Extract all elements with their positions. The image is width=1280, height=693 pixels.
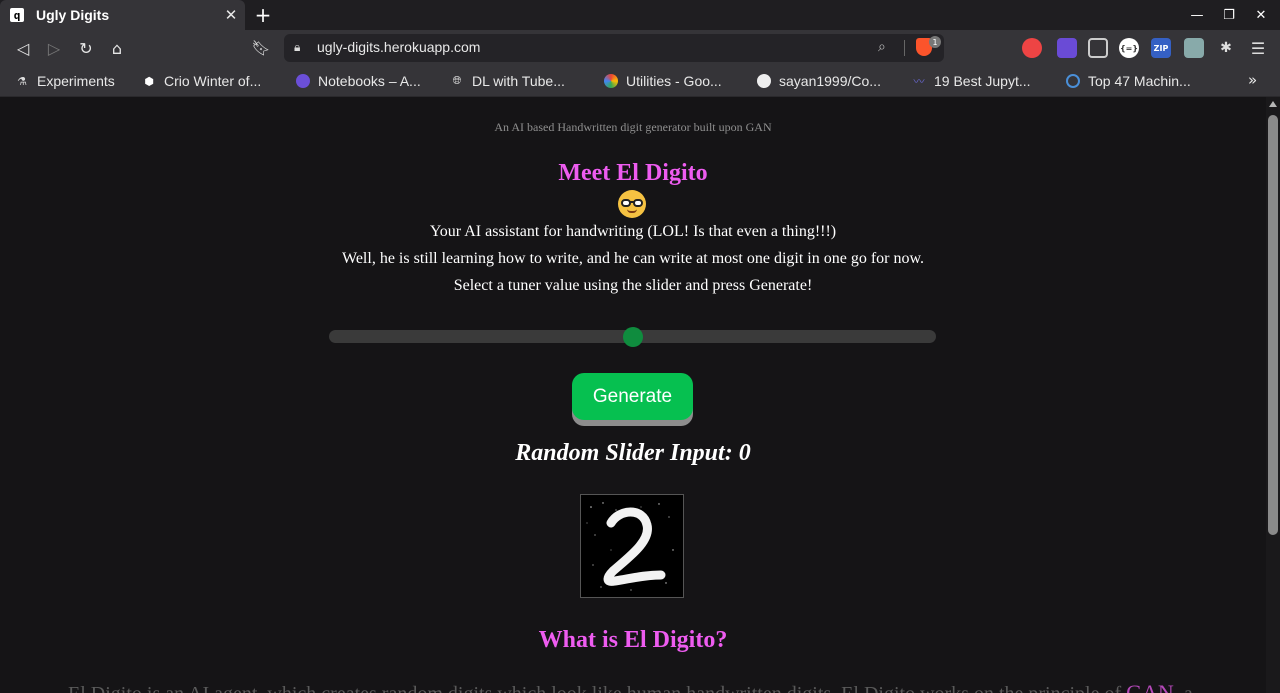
extension-copy-icon[interactable]: [1088, 38, 1108, 58]
bookmark-dl-tube[interactable]: 🌐︎ DL with Tube...: [450, 71, 565, 91]
slider-handle[interactable]: [622, 327, 643, 347]
page-scrollbar[interactable]: [1266, 97, 1280, 693]
bookmark-icon[interactable]: 🔖︎: [251, 38, 270, 58]
random-slider-input-label: Random Slider Input: 0: [515, 440, 751, 466]
intro-line-1: Your AI assistant for handwriting (LOL! …: [429, 223, 837, 240]
nerd-face-icon: [618, 190, 646, 218]
tab-title: Ugly Digits: [36, 7, 110, 23]
chevron-right-icon[interactable]: »: [1248, 71, 1257, 89]
page-title: Meet El Digito: [558, 160, 708, 186]
back-icon[interactable]: ◁: [12, 37, 34, 59]
search-icon[interactable]: ⌕: [878, 39, 886, 55]
extension-screen-icon[interactable]: [1184, 38, 1204, 58]
extension-colorful-icon[interactable]: [1022, 38, 1042, 58]
bookmarks-bar: ⚗ Experiments ⬢ Crio Winter of... Notebo…: [0, 66, 1280, 97]
forward-icon[interactable]: ▷: [43, 37, 65, 59]
bookmark-github[interactable]: sayan1999/Co...: [757, 71, 881, 91]
browser-toolbar: ◁ ▷ ↻ ⌂ 🔖︎ 🔒︎ ugly-digits.herokuapp.com …: [0, 30, 1280, 66]
extension-json-icon[interactable]: {=}: [1119, 38, 1139, 58]
flask-icon: ⚗: [17, 74, 27, 88]
url-divider: [904, 40, 905, 56]
bookmark-jupyter[interactable]: 〰 19 Best Jupyt...: [912, 71, 1031, 91]
address-bar[interactable]: 🔒︎ ugly-digits.herokuapp.com ⌕ 1: [284, 34, 944, 62]
generated-digit-image: [580, 494, 684, 598]
lock-icon: 🔒︎: [294, 40, 301, 54]
github-icon: [757, 74, 771, 88]
crio-icon: ⬢: [144, 74, 154, 88]
intro-line-2: Well, he is still learning how to write,…: [342, 250, 924, 267]
digit-two-drawing: [586, 502, 674, 591]
extension-video-icon[interactable]: [1057, 38, 1077, 58]
bookmark-top-machine[interactable]: Top 47 Machin...: [1066, 71, 1191, 91]
minimize-icon[interactable]: —: [1185, 4, 1209, 26]
globe-icon: 🌐︎: [452, 74, 462, 87]
tuner-slider[interactable]: [329, 327, 936, 347]
menu-icon[interactable]: ☰: [1248, 38, 1268, 58]
window-close-icon[interactable]: ✕: [1249, 4, 1273, 26]
scroll-thumb[interactable]: [1268, 115, 1278, 535]
page-content: An AI based Handwritten digit generator …: [0, 97, 1266, 693]
pinwheel-icon: [604, 74, 618, 88]
extension-zip-icon[interactable]: ZIP: [1151, 38, 1171, 58]
generate-button[interactable]: Generate: [572, 373, 693, 420]
q-logo-icon: q: [10, 8, 24, 22]
bookmark-crio[interactable]: ⬢ Crio Winter of...: [142, 71, 261, 91]
description-paragraph: El Digito is an AI agent, which creates …: [68, 680, 1248, 693]
url-text[interactable]: ugly-digits.herokuapp.com: [317, 39, 480, 55]
puzzle-icon[interactable]: ✱: [1216, 38, 1236, 58]
tab-ugly-digits[interactable]: q Ugly Digits ✕: [0, 0, 245, 30]
close-icon[interactable]: ✕: [221, 5, 241, 25]
new-tab-button[interactable]: +: [252, 3, 274, 27]
bookmark-notebooks[interactable]: Notebooks – A...: [296, 71, 421, 91]
brain-icon: [296, 74, 310, 88]
bookmark-utilities[interactable]: Utilities - Goo...: [604, 71, 722, 91]
bookmark-experiments[interactable]: ⚗ Experiments: [15, 71, 115, 91]
intro-line-3: Select a tuner value using the slider an…: [453, 277, 813, 294]
circle-logo-icon: [1066, 74, 1080, 88]
gan-link[interactable]: GAN: [1126, 680, 1174, 693]
scroll-up-arrow-icon[interactable]: [1269, 101, 1277, 107]
wave-icon: 〰: [913, 75, 925, 88]
page-subtitle: An AI based Handwritten digit generator …: [494, 120, 772, 134]
restore-icon[interactable]: ❐: [1217, 4, 1241, 26]
reload-icon[interactable]: ↻: [75, 37, 97, 59]
brave-badge: 1: [929, 36, 941, 48]
tab-strip: q Ugly Digits ✕ + — ❐ ✕: [0, 0, 1280, 30]
home-icon[interactable]: ⌂: [106, 37, 128, 59]
what-is-heading: What is El Digito?: [538, 627, 728, 653]
